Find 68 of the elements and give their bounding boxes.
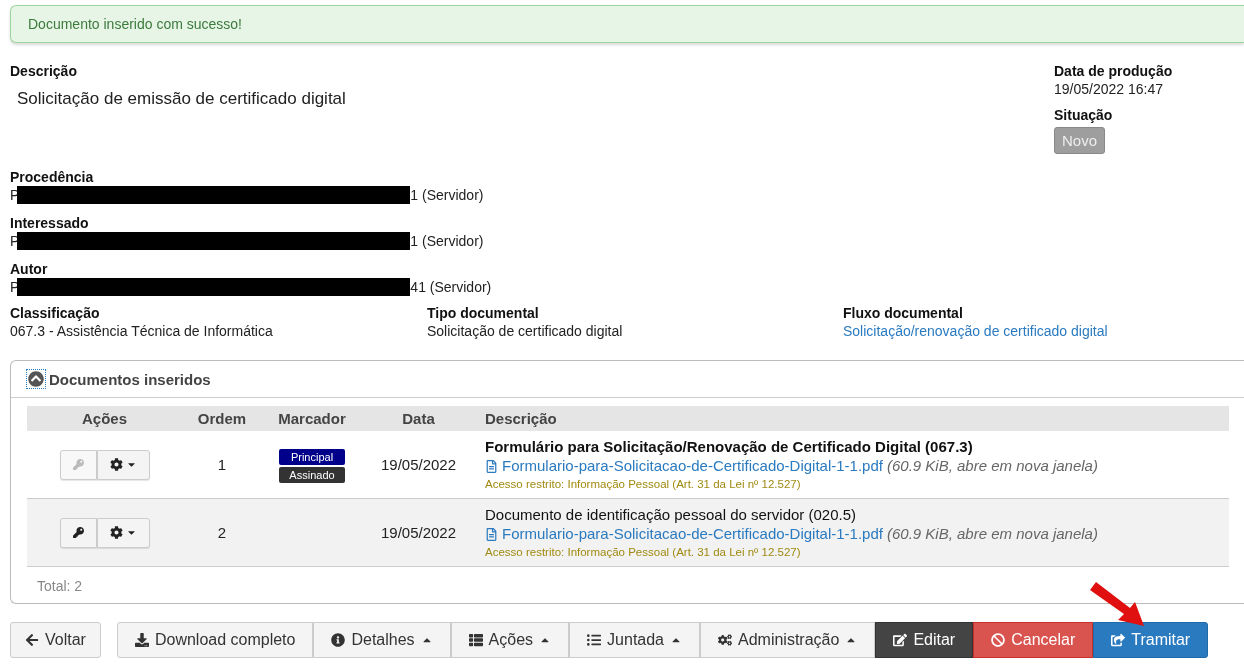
list-icon — [587, 633, 602, 647]
order-cell: 2 — [182, 498, 262, 567]
alert-message: Documento inserido com sucesso! — [28, 16, 242, 32]
toolbar-button[interactable]: Juntada — [569, 622, 700, 658]
download-icon — [134, 633, 149, 647]
column-header: Ações — [27, 406, 182, 431]
flow-link[interactable]: Solicitação/renovação de certificado digital — [843, 323, 1108, 339]
field-label: Situação — [1054, 106, 1114, 124]
back-button[interactable]: Voltar — [10, 622, 101, 658]
share-icon — [1111, 633, 1126, 647]
gear-icon — [109, 458, 123, 471]
toolbar-button[interactable]: Tramitar — [1093, 622, 1209, 658]
status-badge: Novo — [1054, 127, 1106, 154]
panel-title: Documentos inseridos — [49, 370, 211, 388]
column-header: Ordem — [182, 406, 262, 431]
total-count: Total: 2 — [36, 577, 84, 594]
file-info: (60.9 KiB, abre em nova janela) — [887, 524, 1098, 544]
access-note: Acesso restrito: Informação Pessoal (Art. 31 da Lei nº 12.527) — [485, 477, 802, 492]
production-date: 19/05/2022 16:47 — [1054, 80, 1164, 98]
file-info: (60.9 KiB, abre em nova janela) — [887, 456, 1098, 476]
toolbar-button[interactable]: Cancelar — [973, 622, 1094, 658]
order-cell: 1 — [182, 431, 262, 499]
edit-icon — [893, 633, 908, 647]
column-header: Marcador — [262, 406, 362, 431]
date-cell: 19/05/2022 — [362, 498, 475, 567]
gears-icon — [718, 633, 732, 647]
toolbar-button[interactable]: Administração — [700, 622, 876, 658]
field-label: Autor — [10, 260, 49, 278]
file-icon — [485, 459, 498, 473]
column-header: Descrição — [475, 406, 1229, 431]
key-icon — [72, 459, 84, 470]
field-label: Data de produção — [1054, 62, 1174, 80]
key-button[interactable] — [59, 517, 97, 548]
date-cell: 19/05/2022 — [362, 431, 475, 499]
file-link[interactable]: Formulario-para-Solicitacao-de-Certificado-Digital-1-1.pdf — [502, 456, 883, 476]
field-value: Solicitação de certificado digital — [427, 322, 624, 340]
field-label: Fluxo documental — [843, 304, 964, 322]
description-value: Solicitação de emissão de certificado digital — [17, 89, 346, 109]
file-link[interactable]: Formulario-para-Solicitacao-de-Certificado-Digital-1-1.pdf — [502, 524, 883, 544]
tag: Assinado — [279, 466, 345, 483]
field-label: Procedência — [10, 168, 95, 186]
collapse-icon[interactable] — [27, 370, 45, 388]
info-icon — [331, 633, 346, 647]
file-icon — [485, 527, 498, 541]
name-suffix: 1 (Servidor) — [410, 232, 484, 250]
name-suffix: 41 (Servidor) — [410, 278, 492, 296]
field-label: Tipo documental — [427, 304, 540, 322]
field-label: Descrição — [10, 62, 78, 80]
tag: Principal — [279, 448, 345, 465]
field-label: Classificação — [10, 304, 101, 322]
field-label: Interessado — [10, 214, 90, 232]
toolbar-button[interactable]: Ações — [450, 622, 570, 658]
settings-dropdown-button[interactable] — [96, 517, 150, 548]
column-header: Data — [362, 406, 475, 431]
key-icon — [72, 527, 84, 538]
name-suffix: 1 (Servidor) — [410, 186, 484, 204]
toolbar-button[interactable]: Detalhes — [313, 622, 451, 658]
settings-dropdown-button[interactable] — [96, 449, 150, 480]
gear-icon — [109, 526, 123, 539]
toolbar-button[interactable]: Download completo — [116, 622, 314, 658]
document-title: Documento de identificação pessoal do servidor (020.5) — [485, 505, 858, 524]
access-note: Acesso restrito: Informação Pessoal (Art. 31 da Lei nº 12.527) — [485, 545, 802, 560]
list-icon — [468, 633, 483, 647]
ban-icon — [991, 633, 1006, 647]
document-title: Formulário para Solicitação/Renovação de Certificado Digital (067.3) — [485, 437, 974, 456]
toolbar-button[interactable]: Editar — [875, 622, 974, 658]
arrow-left-icon — [25, 633, 39, 647]
field-value: 067.3 - Assistência Técnica de Informática — [10, 322, 274, 340]
